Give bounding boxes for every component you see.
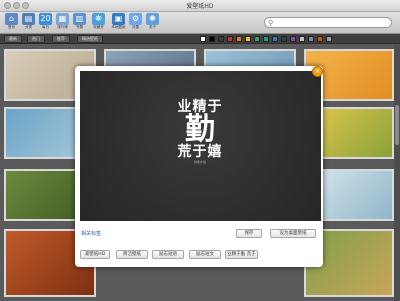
toolbar-local-label: 本地壁纸 xyxy=(111,25,126,29)
filter-bar: 最新 热门 推荐 精选壁纸 xyxy=(0,34,400,44)
tag-button[interactable]: 简洁壁纸 xyxy=(116,250,148,259)
toolbar-about[interactable]: ✺ 关于 xyxy=(144,13,161,33)
color-swatch[interactable] xyxy=(326,36,332,42)
related-tags-link[interactable]: 相关标签 xyxy=(81,230,101,237)
toolbar-category[interactable]: ▤ 分类 xyxy=(20,13,37,33)
color-swatch[interactable] xyxy=(254,36,260,42)
toolbar-topic-label: 专题 xyxy=(76,25,83,29)
color-swatch[interactable] xyxy=(317,36,323,42)
toolbar-favorites-label: 收藏夹 xyxy=(93,25,104,29)
tag-button[interactable]: 爱壁纸HD xyxy=(80,250,110,259)
gear-icon: ⚙ xyxy=(129,13,142,25)
about-icon: ✺ xyxy=(146,13,159,25)
color-swatch[interactable] xyxy=(299,36,305,42)
toolbar-home-label: 首页 xyxy=(8,25,15,29)
toolbar-settings-label: 设置 xyxy=(132,25,139,29)
close-modal-button[interactable]: × xyxy=(312,66,323,77)
color-swatch[interactable] xyxy=(218,36,224,42)
toolbar-settings[interactable]: ⚙ 设置 xyxy=(127,13,144,33)
toolbar-favorites[interactable]: ❋ 收藏夹 xyxy=(90,13,107,33)
toolbar: ⌂ 首页 ▤ 分类 20 每日 ▦ 排行榜 ▥ 专题 ❋ 收藏夹 ▣ 本地壁纸 … xyxy=(0,12,400,34)
filter-tab-latest[interactable]: 最新 xyxy=(4,35,22,43)
calligraphy-small-text: 勤能补拙 xyxy=(193,160,206,164)
scrollbar[interactable] xyxy=(394,45,400,301)
color-swatch[interactable] xyxy=(236,36,242,42)
favorites-icon: ❋ xyxy=(92,13,105,25)
home-icon: ⌂ xyxy=(5,13,18,25)
color-swatch[interactable] xyxy=(308,36,314,42)
filter-tab-hot[interactable]: 热门 xyxy=(27,35,45,43)
toolbar-category-label: 分类 xyxy=(25,25,32,29)
color-swatch[interactable] xyxy=(209,36,215,42)
local-icon: ▣ xyxy=(112,13,125,25)
topic-icon: ▥ xyxy=(73,13,86,25)
set-desktop-wallpaper-button[interactable]: 设为桌面壁纸 xyxy=(270,229,316,238)
tag-button[interactable]: 励志短语 xyxy=(152,250,184,259)
color-swatch[interactable] xyxy=(227,36,233,42)
search-box[interactable]: ⚲ xyxy=(264,17,392,28)
tag-button[interactable]: 业精于勤 荒于 xyxy=(225,250,258,259)
color-swatch[interactable] xyxy=(272,36,278,42)
filter-tab-featured[interactable]: 精选壁纸 xyxy=(77,35,103,43)
calendar-icon: 20 xyxy=(39,13,52,25)
tag-button[interactable]: 励志短文 xyxy=(189,250,221,259)
color-swatch[interactable] xyxy=(263,36,269,42)
filter-tab-recommend[interactable]: 推荐 xyxy=(52,35,70,43)
title-bar: 爱壁纸HD xyxy=(0,0,400,12)
category-icon: ▤ xyxy=(22,13,35,25)
toolbar-ranking-label: 排行榜 xyxy=(57,25,68,29)
app-window: 爱壁纸HD ⌂ 首页 ▤ 分类 20 每日 ▦ 排行榜 ▥ 专题 ❋ 收藏夹 ▣ xyxy=(0,0,400,301)
toolbar-daily-label: 每日 xyxy=(42,25,49,29)
preview-calligraphy: 业精于 勤 荒于嬉 勤能补拙 xyxy=(160,100,240,165)
toolbar-local[interactable]: ▣ 本地壁纸 xyxy=(110,13,127,33)
color-swatch[interactable] xyxy=(281,36,287,42)
color-swatch[interactable] xyxy=(245,36,251,42)
calligraphy-line-3: 荒于嬉 xyxy=(177,144,223,160)
calligraphy-line-2: 勤 xyxy=(185,112,215,147)
search-icon: ⚲ xyxy=(268,19,274,27)
toolbar-daily[interactable]: 20 每日 xyxy=(37,13,54,33)
color-swatch[interactable] xyxy=(200,36,206,42)
toolbar-topic[interactable]: ▥ 专题 xyxy=(71,13,88,33)
ranking-icon: ▦ xyxy=(56,13,69,25)
scrollbar-thumb[interactable] xyxy=(395,105,399,145)
search-input[interactable] xyxy=(277,19,387,27)
window-title: 爱壁纸HD xyxy=(186,3,214,10)
toolbar-ranking[interactable]: ▦ 排行榜 xyxy=(54,13,71,33)
color-swatch[interactable] xyxy=(290,36,296,42)
toolbar-about-label: 关于 xyxy=(149,25,156,29)
toolbar-home[interactable]: ⌂ 首页 xyxy=(3,13,20,33)
save-button[interactable]: 保存 xyxy=(236,229,262,238)
